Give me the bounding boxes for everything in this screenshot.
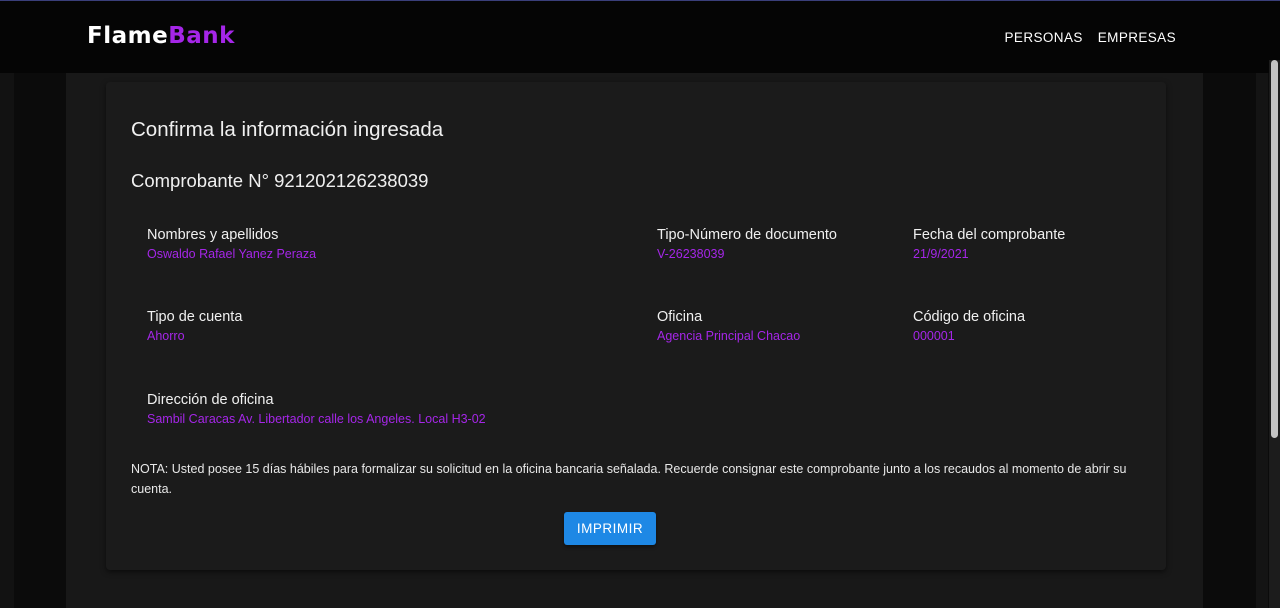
brand-logo[interactable]: FlameBank [87, 23, 235, 49]
field-account-type-label: Tipo de cuenta [147, 309, 243, 325]
voucher-number: Comprobante N° 921202126238039 [131, 170, 429, 191]
field-names-label: Nombres y apellidos [147, 227, 279, 243]
field-office-address-label: Dirección de oficina [147, 392, 274, 408]
field-date-label: Fecha del comprobante [913, 227, 1066, 243]
notice-text: NOTA: Usted posee 15 días hábiles para f… [131, 462, 1127, 496]
field-office-value: Agencia Principal Chacao [657, 329, 801, 343]
field-office: Oficina Agencia Principal Chacao [657, 308, 800, 344]
page-title: Confirma la información ingresada [131, 118, 444, 141]
left-side-panel [0, 73, 66, 608]
field-names-value: Oswaldo Rafael Yanez Peraza [147, 247, 317, 261]
print-button[interactable]: IMPRIMIR [564, 512, 656, 545]
field-document-label: Tipo-Número de documento [657, 227, 837, 243]
field-date: Fecha del comprobante 21/9/2021 [913, 226, 1065, 262]
nav-link-empresas[interactable]: EMPRESAS [1098, 30, 1176, 45]
field-office-code: Código de oficina 000001 [913, 308, 1025, 344]
field-document-value: V-26238039 [657, 247, 725, 261]
field-account-type-value: Ahorro [147, 329, 185, 343]
field-date-value: 21/9/2021 [913, 247, 969, 261]
field-office-code-label: Código de oficina [913, 309, 1026, 325]
main-nav: PERSONAS EMPRESAS [1005, 30, 1176, 45]
nav-link-personas[interactable]: PERSONAS [1005, 30, 1083, 45]
field-names: Nombres y apellidos Oswaldo Rafael Yanez… [147, 226, 316, 262]
scrollbar-thumb[interactable] [1271, 60, 1278, 438]
brand-name-part2: Bank [168, 23, 235, 49]
field-office-address: Dirección de oficina Sambil Caracas Av. … [147, 391, 486, 427]
brand-name-part1: Flame [87, 23, 169, 49]
field-office-code-value: 000001 [913, 329, 955, 343]
field-document: Tipo-Número de documento V-26238039 [657, 226, 837, 262]
page-scrollbar[interactable] [1269, 60, 1280, 608]
field-office-label: Oficina [657, 309, 703, 325]
navbar: FlameBank PERSONAS EMPRESAS [0, 1, 1280, 73]
field-account-type: Tipo de cuenta Ahorro [147, 308, 242, 344]
field-office-address-value: Sambil Caracas Av. Libertador calle los … [147, 412, 486, 426]
